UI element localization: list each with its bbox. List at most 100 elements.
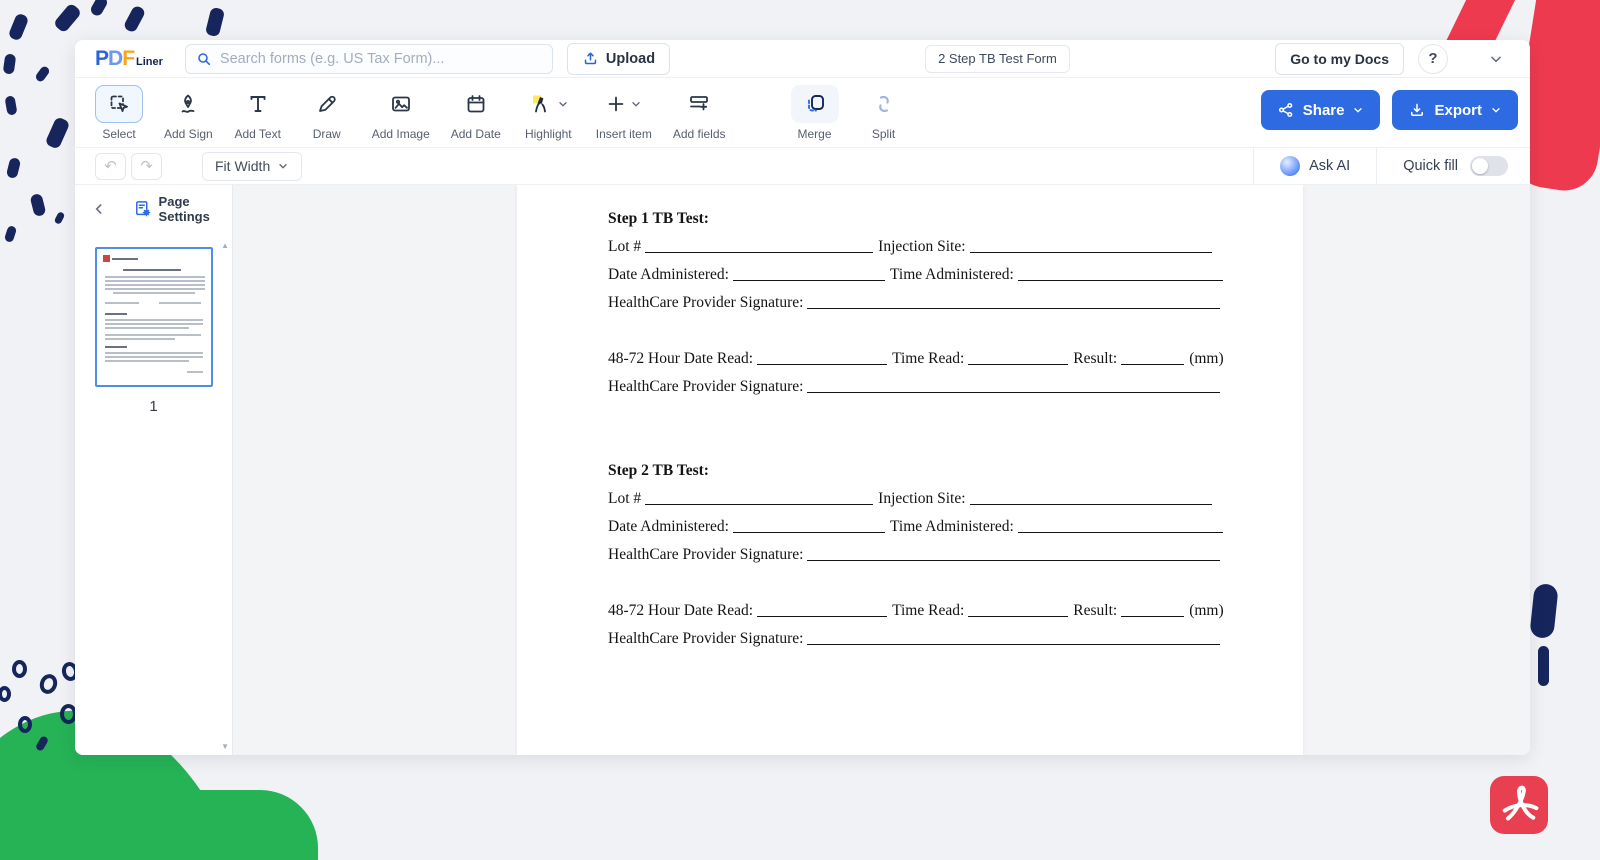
tool-add-fields[interactable]: Add fields [673, 85, 726, 141]
blank-field[interactable] [1121, 602, 1184, 617]
tool-add-text[interactable]: Add Text [234, 85, 282, 141]
upload-icon [582, 50, 599, 67]
chevron-down-icon [277, 160, 289, 172]
image-icon [377, 85, 425, 123]
sidebar-scroll-up-arrow[interactable]: ▲ [221, 241, 229, 250]
page-settings-button[interactable]: Page Settings [133, 194, 232, 224]
tool-merge[interactable]: Merge [791, 85, 839, 141]
decorative-green-blob [150, 790, 318, 860]
tool-add-image[interactable]: Add Image [372, 85, 430, 141]
chevron-down-icon [630, 98, 642, 110]
spacer [608, 429, 1303, 457]
main-toolbar: Select Add Sign Add Text Draw [75, 78, 1530, 148]
pages-sidebar: Page Settings [75, 185, 233, 755]
blank-field[interactable] [807, 378, 1220, 393]
blank-field[interactable] [733, 518, 885, 533]
chevron-down-icon [1490, 104, 1502, 116]
page-number: 1 [149, 398, 157, 415]
blank-field[interactable] [733, 266, 885, 281]
blank-field[interactable] [970, 238, 1212, 253]
export-button[interactable]: Export [1392, 90, 1518, 130]
go-to-my-docs-button[interactable]: Go to my Docs [1275, 43, 1404, 75]
spacer [608, 317, 1303, 345]
blank-field[interactable] [757, 602, 887, 617]
draw-pen-icon [303, 85, 351, 123]
blank-field[interactable] [970, 490, 1212, 505]
sidebar-header: Page Settings [75, 185, 232, 233]
pdf-badge-icon [1490, 776, 1548, 834]
blank-field[interactable] [968, 350, 1068, 365]
merge-pages-icon [791, 85, 839, 123]
search-box[interactable] [185, 44, 553, 74]
tool-add-date[interactable]: Add Date [451, 85, 501, 141]
form-line: Date Administered:Time Administered: [608, 261, 1303, 289]
page-thumbnail[interactable] [95, 247, 213, 387]
tool-add-sign[interactable]: Add Sign [164, 85, 213, 141]
split-pages-icon [860, 85, 908, 123]
fields-plus-icon [675, 85, 723, 123]
search-icon [196, 51, 212, 67]
form-line: 48-72 Hour Date Read:Time Read:Result:(m… [608, 345, 1303, 373]
blank-field[interactable] [807, 294, 1220, 309]
document-canvas: Step 1 TB Test: Lot #Injection Site: Dat… [233, 185, 1530, 755]
spacer [608, 569, 1303, 597]
header-chevron-down-icon[interactable] [1488, 51, 1504, 67]
form-line: Lot #Injection Site: [608, 233, 1303, 261]
calendar-icon [452, 85, 500, 123]
quick-fill-control: Quick fill [1377, 156, 1516, 176]
undo-icon: ↶ [104, 157, 117, 175]
form-line: 48-72 Hour Date Read:Time Read:Result:(m… [608, 597, 1303, 625]
spacer [608, 401, 1303, 429]
form-line: HealthCare Provider Signature: [608, 541, 1303, 569]
blank-field[interactable] [645, 238, 873, 253]
pdfliner-logo[interactable]: PDF Liner [95, 47, 163, 71]
share-icon [1277, 101, 1295, 119]
select-cursor-icon [95, 85, 143, 123]
share-button[interactable]: Share [1261, 90, 1381, 130]
sidebar-scroll-down-arrow[interactable]: ▼ [221, 742, 229, 751]
search-input[interactable] [220, 51, 542, 67]
redo-button[interactable]: ↷ [131, 153, 162, 180]
form-line: HealthCare Provider Signature: [608, 289, 1303, 317]
upload-button[interactable]: Upload [567, 43, 670, 75]
tool-draw[interactable]: Draw [303, 85, 351, 141]
highlighter-icon [522, 85, 575, 123]
form-line: Date Administered:Time Administered: [608, 513, 1303, 541]
decorative-navy-blob [1538, 646, 1549, 686]
tool-split[interactable]: Split [860, 85, 908, 141]
blank-field[interactable] [807, 630, 1220, 645]
text-icon [234, 85, 282, 123]
blank-field[interactable] [757, 350, 887, 365]
ask-ai-button[interactable]: Ask AI [1254, 156, 1376, 176]
section-heading: Step 2 TB Test: [608, 457, 1303, 485]
sidebar-collapse-button[interactable] [89, 198, 109, 220]
blank-field[interactable] [968, 602, 1068, 617]
blank-field[interactable] [645, 490, 873, 505]
document-title: 2 Step TB Test Form [925, 45, 1070, 73]
desktop-background: PDF Liner Upload 2 Step TB Test Form [0, 0, 1600, 860]
form-line: Lot #Injection Site: [608, 485, 1303, 513]
chevron-down-icon [1352, 104, 1364, 116]
help-button[interactable]: ? [1418, 44, 1448, 74]
page-settings-icon [133, 199, 153, 219]
sign-pen-icon [164, 85, 212, 123]
blank-field[interactable] [1018, 266, 1223, 281]
blank-field[interactable] [1018, 518, 1223, 533]
document-page[interactable]: Step 1 TB Test: Lot #Injection Site: Dat… [517, 185, 1303, 755]
tool-highlight[interactable]: Highlight [522, 85, 575, 141]
app-header: PDF Liner Upload 2 Step TB Test Form [75, 40, 1530, 78]
zoom-select[interactable]: Fit Width [202, 152, 302, 181]
quick-fill-toggle[interactable] [1470, 156, 1508, 176]
blank-field[interactable] [807, 546, 1220, 561]
plus-icon [599, 85, 648, 123]
download-icon [1408, 101, 1426, 119]
tool-select[interactable]: Select [95, 85, 143, 141]
form-line: HealthCare Provider Signature: [608, 625, 1303, 653]
tool-insert-item[interactable]: Insert item [596, 85, 652, 141]
blank-field[interactable] [1121, 350, 1184, 365]
view-toolbar: ↶ ↷ Fit Width Ask AI Quick fill [75, 148, 1530, 185]
chevron-down-icon [557, 98, 569, 110]
section-heading: Step 1 TB Test: [608, 205, 1303, 233]
decorative-navy-blob [1529, 583, 1559, 639]
undo-button[interactable]: ↶ [95, 153, 126, 180]
